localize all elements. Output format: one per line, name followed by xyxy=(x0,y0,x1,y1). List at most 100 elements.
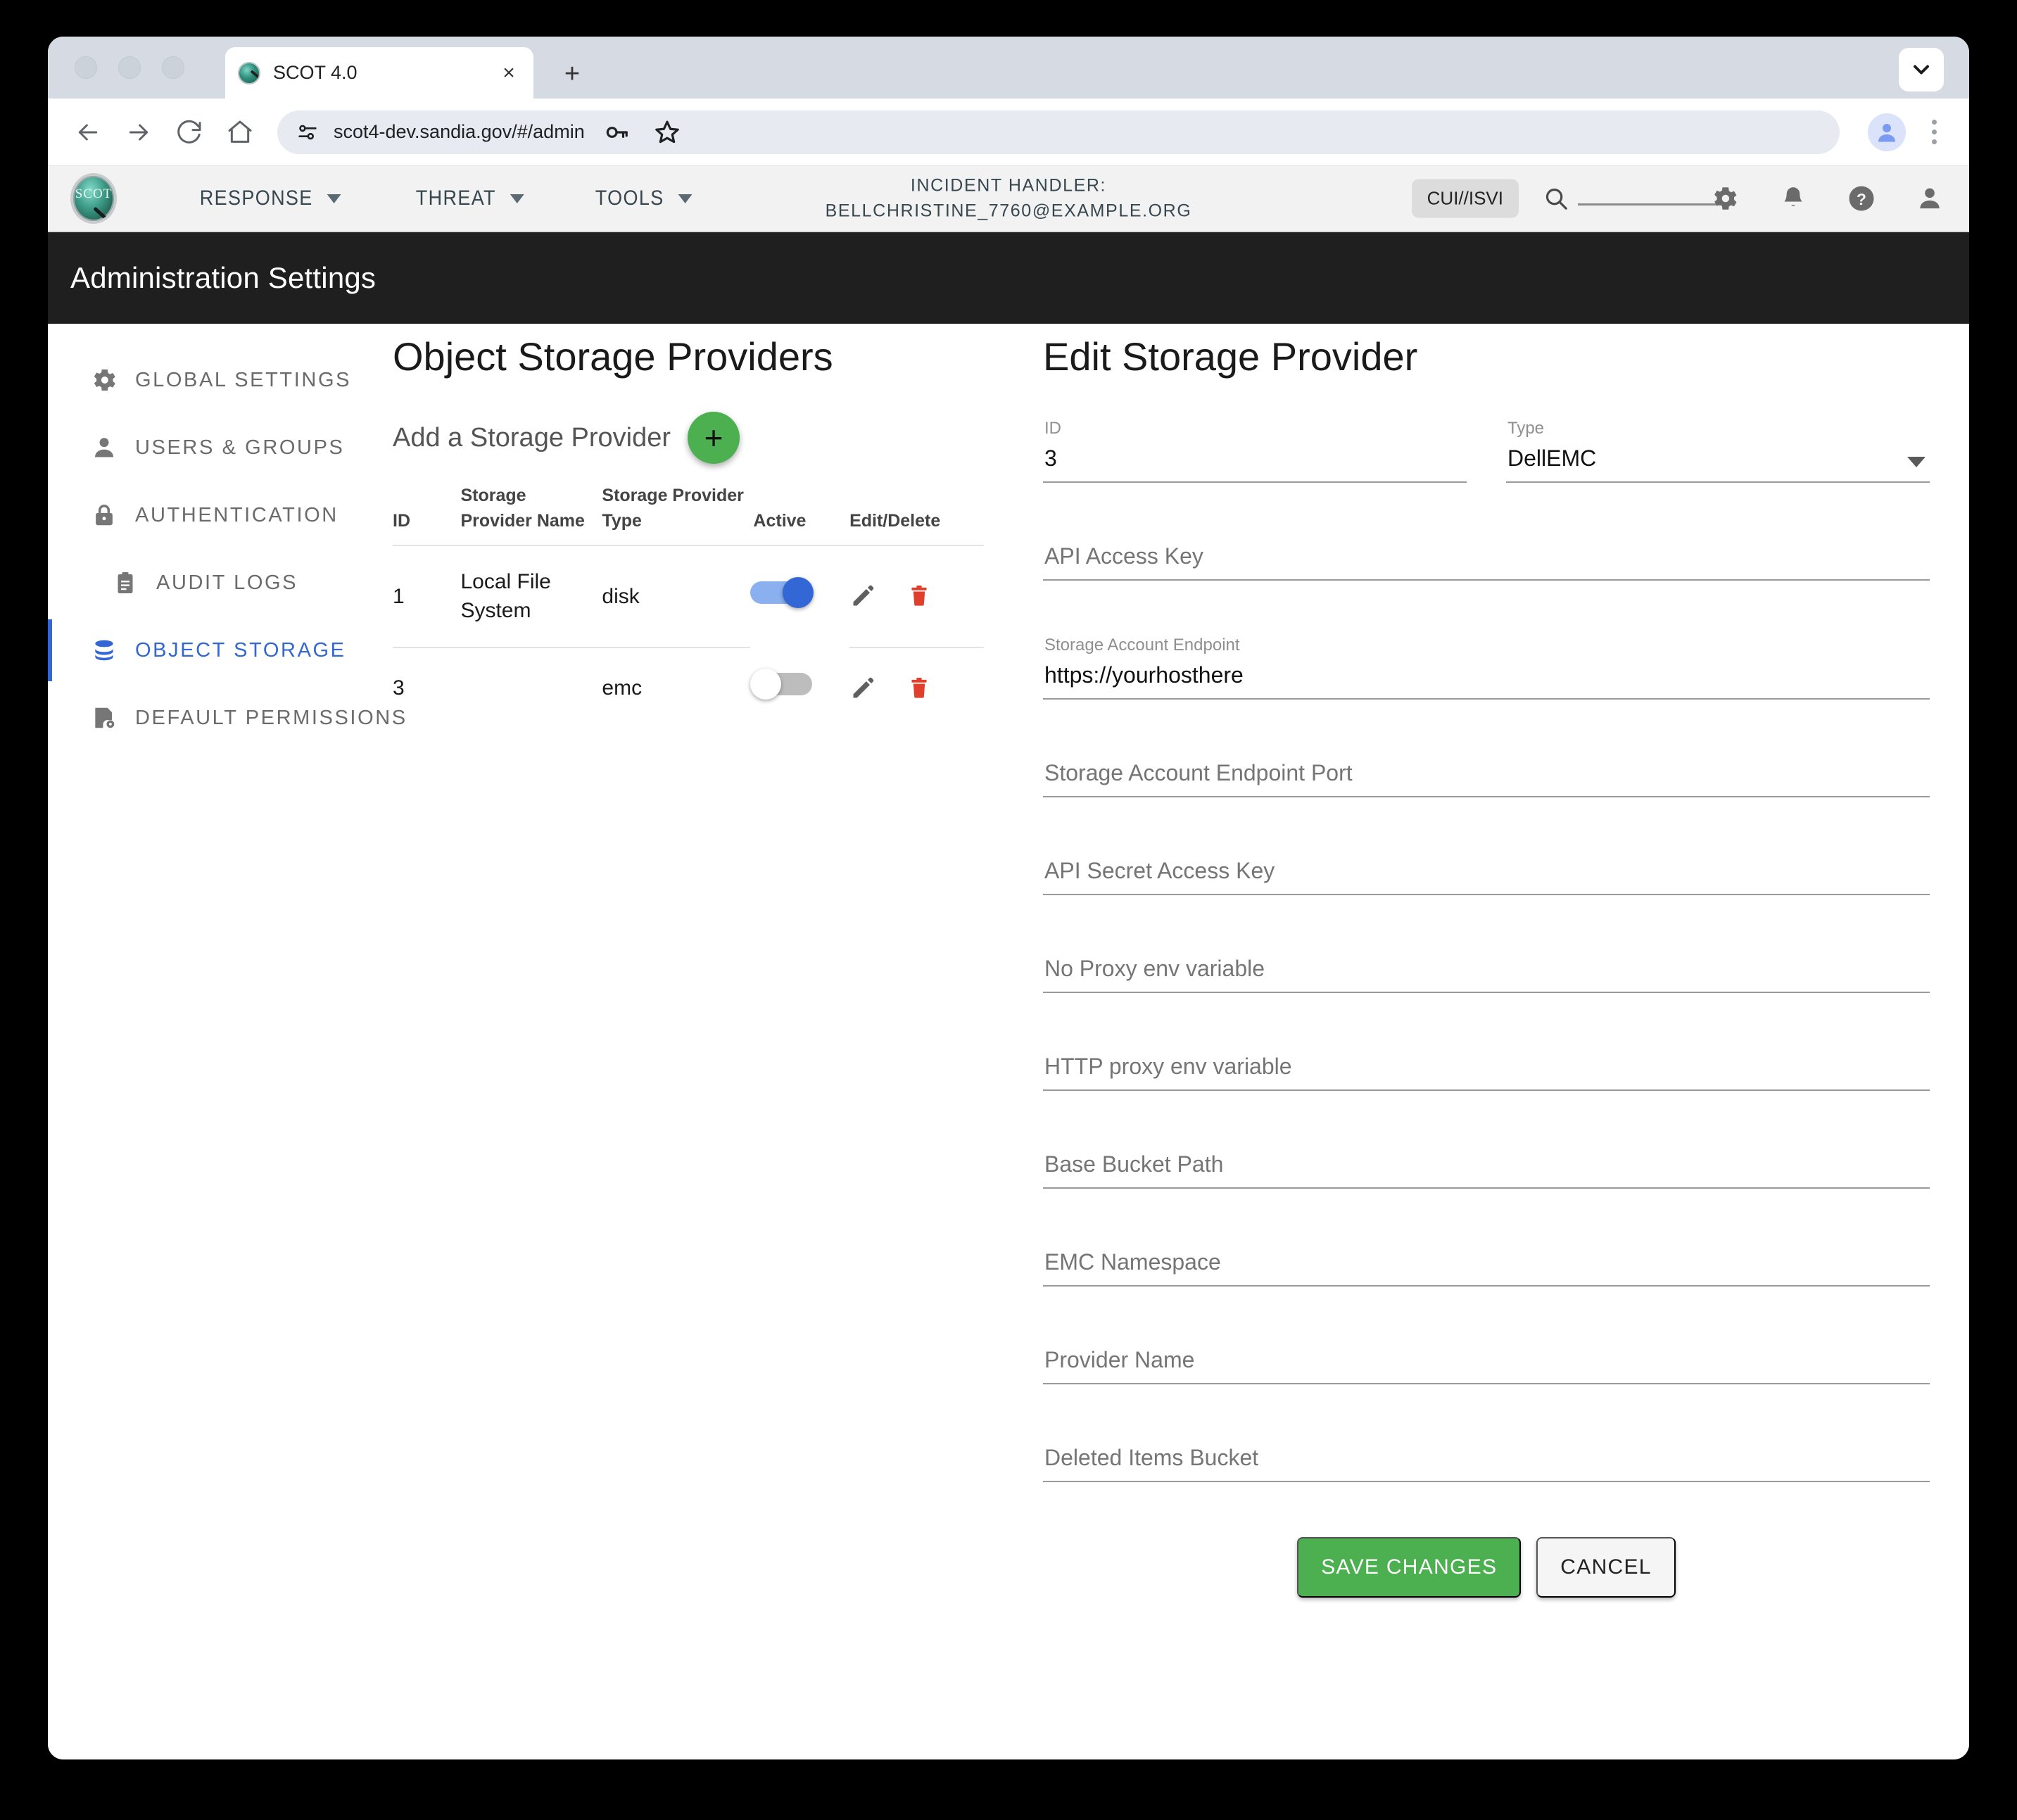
sidebar-item-label: AUDIT LOGS xyxy=(156,571,298,594)
add-provider-button[interactable]: + xyxy=(688,412,740,464)
forward-button[interactable] xyxy=(117,110,160,154)
field-api-access-key[interactable]: API Access Key xyxy=(1043,538,1930,581)
storage-account-endpoint-input[interactable]: https://yourhosthere xyxy=(1043,657,1930,698)
sidebar-item-label: AUTHENTICATION xyxy=(135,503,339,526)
edit-pencil-icon[interactable] xyxy=(849,675,876,702)
sidebar-item-audit-logs[interactable]: AUDIT LOGS xyxy=(48,549,393,617)
emc-namespace-input[interactable]: EMC Namespace xyxy=(1043,1244,1930,1285)
permissions-icon xyxy=(84,704,124,731)
http-proxy-env-variable-input[interactable]: HTTP proxy env variable xyxy=(1043,1048,1930,1089)
field-id[interactable]: ID 3 xyxy=(1043,419,1467,483)
deleted-items-bucket-input[interactable]: Deleted Items Bucket xyxy=(1043,1439,1930,1481)
reload-button[interactable] xyxy=(167,110,211,154)
browser-menu-button[interactable] xyxy=(1917,113,1951,151)
password-key-icon[interactable] xyxy=(597,113,636,151)
id-input[interactable]: 3 xyxy=(1043,440,1467,481)
nav-item-tools[interactable]: TOOLS xyxy=(569,187,719,210)
cancel-button[interactable]: CANCEL xyxy=(1536,1537,1676,1598)
base-bucket-path-input[interactable]: Base Bucket Path xyxy=(1043,1146,1930,1187)
address-bar[interactable]: scot4-dev.sandia.gov/#/admin xyxy=(277,110,1840,154)
storage-account-endpoint-port-input[interactable]: Storage Account Endpoint Port xyxy=(1043,754,1930,796)
chevron-down-icon[interactable] xyxy=(1907,457,1926,467)
maximize-window-button[interactable] xyxy=(162,56,184,79)
home-button[interactable] xyxy=(218,110,262,154)
field-deleted-items-bucket[interactable]: Deleted Items Bucket xyxy=(1043,1439,1930,1482)
providers-table: ID Storage Provider Name Storage Provide… xyxy=(393,484,984,728)
field-storage-account-endpoint-port[interactable]: Storage Account Endpoint Port xyxy=(1043,754,1930,797)
browser-profile-avatar[interactable] xyxy=(1868,113,1906,151)
field-label: Type xyxy=(1507,419,1545,438)
search-icon[interactable] xyxy=(1543,185,1569,212)
cell-edit-delete xyxy=(849,647,984,728)
new-tab-button[interactable]: + xyxy=(556,58,588,90)
bell-icon[interactable] xyxy=(1779,184,1807,213)
api-access-key-input[interactable]: API Access Key xyxy=(1043,538,1930,579)
person-icon xyxy=(84,434,124,461)
field-base-bucket-path[interactable]: Base Bucket Path xyxy=(1043,1146,1930,1189)
field-no-proxy-env-variable[interactable]: No Proxy env variable xyxy=(1043,950,1930,993)
type-select[interactable]: DellEMC xyxy=(1506,440,1930,481)
cell-provider-name xyxy=(460,647,602,728)
field-row-id-type: ID 3 Type DellEMC xyxy=(1043,419,1930,538)
close-window-button[interactable] xyxy=(75,56,97,79)
edit-pencil-icon[interactable] xyxy=(849,583,876,609)
help-icon[interactable]: ? xyxy=(1847,184,1876,213)
user-account-icon[interactable] xyxy=(1916,184,1944,213)
app-nav-menu: RESPONSE THREAT TOOLS xyxy=(173,187,735,210)
tab-title: SCOT 4.0 xyxy=(273,62,358,83)
browser-window: SCOT 4.0 × + scot4-dev.sandia.gov/#/admi… xyxy=(48,37,1969,1759)
header-icon-group: ? xyxy=(1710,184,1944,213)
delete-trash-icon[interactable] xyxy=(907,676,931,700)
nav-item-label: RESPONSE xyxy=(199,187,313,210)
add-provider-row: Add a Storage Provider + xyxy=(393,412,1026,464)
no-proxy-env-variable-input[interactable]: No Proxy env variable xyxy=(1043,950,1930,992)
scot-logo-icon[interactable]: SCOT xyxy=(70,173,117,224)
back-button[interactable] xyxy=(66,110,110,154)
providers-title: Object Storage Providers xyxy=(393,334,833,379)
search-input[interactable] xyxy=(1578,203,1724,206)
sidebar-item-authentication[interactable]: AUTHENTICATION xyxy=(48,481,393,549)
minimize-window-button[interactable] xyxy=(118,56,141,79)
field-api-secret-access-key[interactable]: API Secret Access Key xyxy=(1043,852,1930,895)
field-http-proxy-env-variable[interactable]: HTTP proxy env variable xyxy=(1043,1048,1930,1091)
active-toggle[interactable] xyxy=(750,577,814,609)
nav-item-response[interactable]: RESPONSE xyxy=(173,187,367,210)
close-tab-icon[interactable]: × xyxy=(497,61,521,85)
api-secret-access-key-input[interactable]: API Secret Access Key xyxy=(1043,852,1930,894)
sidebar-item-default-permissions[interactable]: DEFAULT PERMISSIONS xyxy=(48,684,405,752)
field-type[interactable]: Type DellEMC xyxy=(1506,419,1930,483)
provider-name-input[interactable]: Provider Name xyxy=(1043,1341,1930,1383)
active-toggle[interactable] xyxy=(750,668,814,700)
column-header-id: ID xyxy=(393,484,461,546)
sidebar-item-users-groups[interactable]: USERS & GROUPS xyxy=(48,414,393,481)
table-header-row: ID Storage Provider Name Storage Provide… xyxy=(393,484,984,546)
cell-id: 1 xyxy=(393,545,461,648)
nav-item-label: TOOLS xyxy=(595,187,664,210)
field-emc-namespace[interactable]: EMC Namespace xyxy=(1043,1244,1930,1287)
administration-settings-band: Administration Settings xyxy=(48,232,1969,324)
browser-tab[interactable]: SCOT 4.0 × xyxy=(225,47,533,99)
delete-trash-icon[interactable] xyxy=(907,584,931,608)
sidebar-item-label: DEFAULT PERMISSIONS xyxy=(135,706,407,729)
column-header-active: Active xyxy=(750,484,850,546)
url-text: scot4-dev.sandia.gov/#/admin xyxy=(334,121,585,142)
bookmark-star-icon[interactable] xyxy=(648,113,686,151)
cell-active xyxy=(750,545,849,647)
field-storage-account-endpoint[interactable]: Storage Account Endpoint https://yourhos… xyxy=(1043,636,1930,700)
field-provider-name[interactable]: Provider Name xyxy=(1043,1341,1930,1384)
database-icon xyxy=(84,637,124,664)
edit-panel-title: Edit Storage Provider xyxy=(1043,334,1418,379)
site-settings-icon[interactable] xyxy=(296,120,320,144)
sidebar-item-global-settings[interactable]: GLOBAL SETTINGS xyxy=(48,346,393,414)
incident-handler-label: INCIDENT HANDLER: xyxy=(910,175,1107,196)
browser-tabstrip: SCOT 4.0 × + xyxy=(48,37,1969,99)
sidebar-item-label: GLOBAL SETTINGS xyxy=(135,368,352,391)
sidebar-item-object-storage[interactable]: OBJECT STORAGE xyxy=(48,617,393,684)
field-label: ID xyxy=(1044,419,1061,438)
save-changes-button[interactable]: SAVE CHANGES xyxy=(1297,1537,1522,1598)
sidebar-item-label: OBJECT STORAGE xyxy=(135,638,346,662)
gear-icon[interactable] xyxy=(1710,184,1740,213)
nav-item-threat[interactable]: THREAT xyxy=(389,187,550,210)
tab-list-chevron-down-icon[interactable] xyxy=(1899,48,1944,91)
field-label: Storage Account Endpoint xyxy=(1044,636,1240,655)
